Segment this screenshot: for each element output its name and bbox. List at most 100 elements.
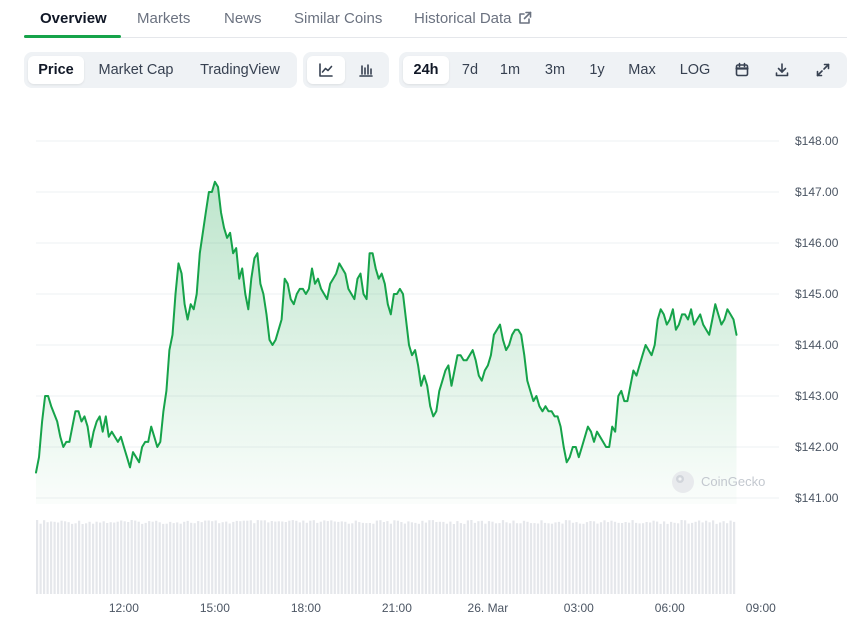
volume-bar: [225, 521, 228, 594]
volume-bar: [568, 520, 571, 594]
line-chart-icon: [319, 63, 333, 77]
volume-bar: [631, 520, 634, 594]
watermark-text: CoinGecko: [701, 474, 765, 489]
line-chart-button[interactable]: [307, 56, 345, 84]
tradingview-button[interactable]: TradingView: [188, 56, 292, 84]
volume-bar: [228, 523, 231, 594]
volume-bars: [36, 520, 736, 594]
volume-bar: [347, 523, 350, 594]
volume-bar: [232, 521, 235, 594]
volume-bar: [158, 522, 161, 594]
tab-overview[interactable]: Overview: [40, 10, 107, 27]
volume-bar: [540, 520, 543, 594]
volume-bar: [151, 521, 154, 594]
volume-bar: [81, 524, 84, 594]
volume-bar: [57, 522, 60, 594]
volume-bar: [519, 523, 522, 594]
volume-bar: [561, 523, 564, 594]
volume-bar: [571, 522, 575, 594]
volume-bar: [712, 520, 715, 594]
y-axis: $148.00 $147.00 $146.00 $145.00 $144.00 $143.…: [795, 134, 839, 505]
y-tick-label: $146.00: [795, 236, 839, 250]
range-3m-button[interactable]: 3m: [536, 56, 574, 84]
volume-bar: [274, 521, 277, 594]
volume-bar: [564, 520, 568, 594]
volume-bar: [127, 522, 130, 594]
download-button[interactable]: [765, 56, 799, 84]
tab-markets[interactable]: Markets: [137, 10, 190, 27]
volume-bar: [99, 522, 102, 594]
x-tick-label: 09:00: [746, 601, 776, 615]
volume-bar: [407, 521, 410, 594]
volume-bar: [92, 523, 95, 594]
volume-bar: [130, 520, 133, 594]
volume-bar: [663, 521, 666, 594]
volume-bar: [200, 522, 203, 594]
volume-bar: [60, 520, 63, 594]
volume-bar: [351, 523, 354, 594]
volume-bar: [295, 520, 298, 594]
volume-bar: [165, 523, 168, 594]
volume-bar: [109, 522, 112, 594]
volume-bar: [36, 520, 39, 594]
volume-bar: [379, 520, 382, 594]
x-tick-label: 06:00: [655, 601, 685, 615]
volume-bar: [687, 523, 690, 594]
volume-bar: [67, 522, 70, 594]
volume-bar: [333, 521, 336, 594]
volume-bar: [638, 523, 641, 594]
volume-bar: [435, 522, 438, 594]
volume-bar: [673, 522, 676, 594]
tab-news[interactable]: News: [224, 10, 262, 27]
volume-bar: [204, 520, 207, 594]
volume-bar: [263, 520, 266, 594]
volume-bar: [624, 522, 627, 594]
volume-bar: [207, 520, 210, 594]
volume-bar: [554, 522, 557, 594]
volume-bar: [522, 520, 526, 594]
volume-bar: [319, 521, 322, 594]
volume-bar: [628, 522, 631, 594]
volume-bar: [708, 522, 711, 594]
range-1y-button[interactable]: 1y: [581, 56, 613, 84]
y-tick-label: $145.00: [795, 287, 839, 301]
volume-bar: [344, 521, 347, 594]
volume-bar: [677, 523, 680, 594]
log-scale-button[interactable]: LOG: [673, 56, 717, 84]
volume-bar: [39, 523, 42, 594]
price-button[interactable]: Price: [28, 56, 84, 84]
candlestick-chart-button[interactable]: [347, 56, 385, 84]
volume-bar: [309, 520, 312, 594]
volume-bar: [578, 523, 582, 594]
volume-bar: [281, 521, 284, 594]
market-cap-button[interactable]: Market Cap: [88, 56, 184, 84]
volume-bar: [50, 521, 53, 594]
volume-bar: [218, 523, 221, 594]
volume-bar: [649, 522, 652, 594]
volume-bar: [589, 521, 592, 594]
volume-bar: [288, 520, 291, 594]
price-chart[interactable]: $148.00 $147.00 $146.00 $145.00 $144.00 $143.…: [0, 100, 847, 626]
volume-bar: [729, 520, 732, 594]
volume-bar: [85, 523, 88, 594]
range-1m-button[interactable]: 1m: [493, 56, 527, 84]
volume-bar: [438, 521, 441, 594]
y-tick-label: $141.00: [795, 491, 839, 505]
gecko-logo-icon: [672, 471, 694, 493]
range-max-button[interactable]: Max: [621, 56, 663, 84]
range-24h-button[interactable]: 24h: [403, 56, 449, 84]
fullscreen-button[interactable]: [806, 56, 840, 84]
volume-bar: [144, 522, 147, 594]
volume-bar: [445, 523, 448, 594]
date-range-button[interactable]: [725, 56, 759, 84]
tab-historical-data[interactable]: Historical Data: [414, 10, 532, 27]
range-7d-button[interactable]: 7d: [453, 56, 487, 84]
volume-bar: [88, 521, 91, 594]
volume-bar: [239, 521, 242, 594]
volume-bar: [715, 523, 718, 594]
volume-bar: [190, 522, 193, 594]
tab-similar-coins[interactable]: Similar Coins: [294, 10, 382, 27]
volume-bar: [340, 521, 343, 594]
volume-bar: [705, 520, 708, 594]
x-tick-label: 18:00: [291, 601, 321, 615]
